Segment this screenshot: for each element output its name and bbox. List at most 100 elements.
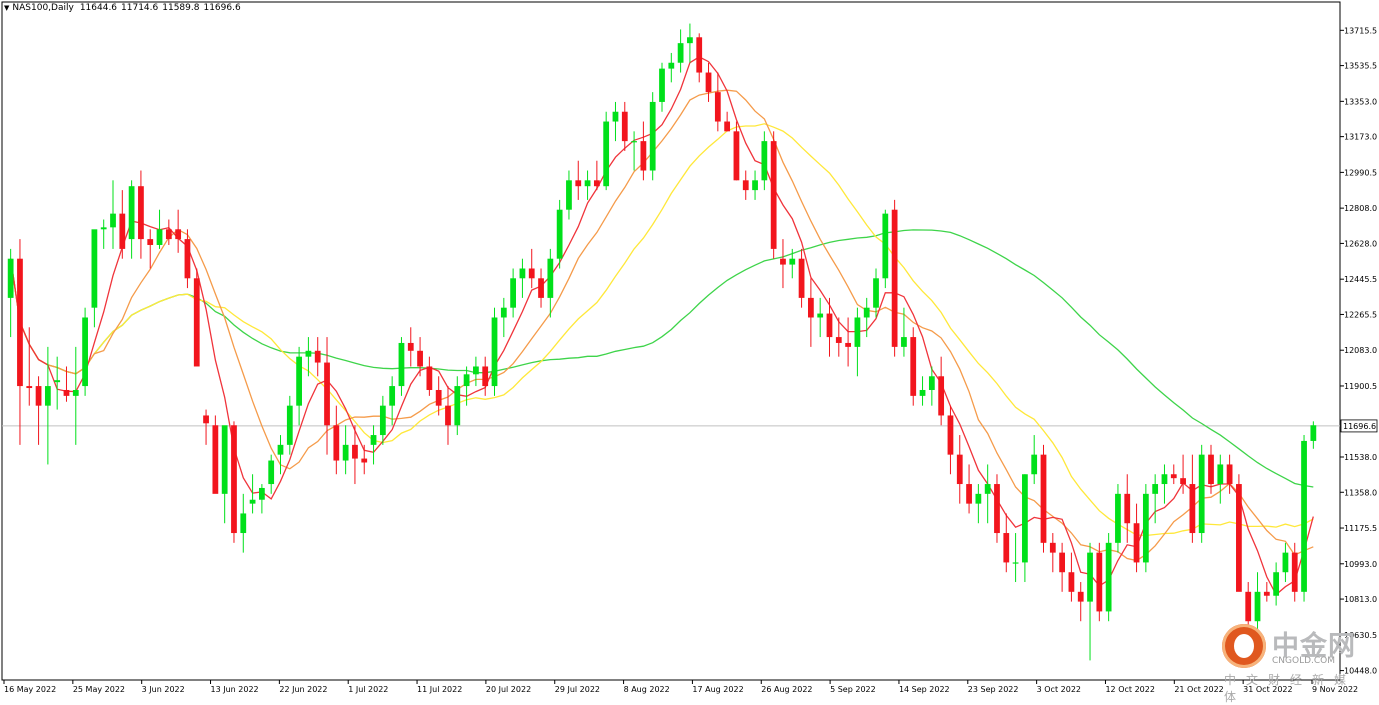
candle-body [1077,591,1084,602]
candle-body [361,458,368,463]
candle-body [156,229,163,245]
candle-body [1189,484,1196,534]
ma-slow-line [10,123,1314,537]
collapse-triangle-icon[interactable]: ▼ [4,4,9,12]
candle-body [770,141,777,249]
candle-body [500,307,507,318]
candle-body [128,186,135,240]
candle-body [119,213,126,249]
y-tick-label: 13173.0 [1344,133,1377,142]
candle-body [891,209,898,347]
candle-body [705,72,712,93]
candle-body [854,317,861,347]
y-tick-label: 12628.0 [1344,239,1377,248]
candle-body [621,111,628,142]
candle-body [333,425,340,461]
candle-body [835,337,842,343]
y-tick-label: 11358.0 [1344,488,1377,497]
candle-body [826,313,833,338]
candle-body [863,307,870,318]
candle-body [1142,493,1149,563]
candle-body [668,62,675,69]
candle-body [212,425,219,494]
candle-body [407,342,414,351]
candle-body [268,460,275,485]
candle-body [82,317,88,387]
x-tick-label: 16 May 2022 [4,685,56,694]
candle-body [1105,542,1112,612]
candle-body [1012,562,1019,564]
chart: 13715.5 13535.5 13353.0 13173.0 12990.5 12808… [0,0,1379,704]
open-value: 11644.6 [79,3,118,13]
watermark-domain: CNGOLD.COM [1272,656,1336,666]
x-tick-label: 29 Jul 2022 [555,685,600,694]
candle-body [100,227,107,230]
y-tick-label: 10993.0 [1344,560,1377,569]
x-tick-label: 3 Jun 2022 [142,685,185,694]
candle-body [938,376,945,416]
x-tick-label: 13 Jun 2022 [211,685,259,694]
candle-body [26,386,33,389]
y-tick-label: 12265.5 [1344,310,1377,319]
candle-body [473,366,479,375]
candle-body [1152,484,1159,494]
x-tick-label: 1 Jul 2022 [348,685,388,694]
candle-body [631,141,637,143]
symbol-label: NAS100,Daily [12,3,74,13]
candle-body [221,425,228,494]
y-tick-label: 13353.0 [1344,97,1377,106]
candle-body [1068,572,1075,592]
candle-body [35,386,42,406]
x-tick-label: 3 Oct 2022 [1037,685,1081,694]
candle-body [7,258,14,298]
y-tick-label: 12445.5 [1344,275,1377,284]
x-tick-label: 5 Sep 2022 [830,685,876,694]
candle-body [696,37,703,73]
x-tick-label: 21 Oct 2022 [1174,685,1223,694]
candle-body [54,380,61,383]
candle-body [463,374,470,387]
candle-body [994,484,1000,534]
candle-body [1226,464,1233,485]
candle-body [286,405,293,445]
low-value: 11589.8 [162,3,200,13]
candle-body [873,278,879,308]
candle-body [1301,440,1307,592]
y-tick-label: 13715.5 [1344,26,1377,35]
candle-body [742,180,749,191]
candle-body [733,131,740,181]
candle-body [110,213,116,228]
candle-body [398,342,405,387]
y-tick-label: 12990.5 [1344,168,1377,177]
candle-body [566,180,572,210]
cngold-logo-icon [1222,624,1266,668]
candle-body [817,313,824,318]
candle-body [193,278,200,367]
candle-body [1263,591,1270,596]
chart-svg: 13715.5 13535.5 13353.0 13173.0 12990.5 12808… [1,1,1378,694]
candle-body [370,435,377,445]
y-tick-label: 11538.0 [1344,453,1377,462]
candle-body [1161,474,1168,485]
candle-body [296,356,302,406]
x-tick-label: 8 Aug 2022 [624,685,670,694]
candle-body [714,92,721,122]
high-value: 11714.6 [121,3,159,13]
candle-body [240,513,247,534]
candle-body [203,415,209,424]
candle-body [231,425,237,534]
candle-body [603,121,610,187]
candle-body [352,444,358,459]
watermark-tagline: 中文财经新媒体 [1224,673,1357,704]
candle-body [1254,591,1261,622]
x-tick-label: 25 May 2022 [73,685,125,694]
candle-body [482,366,489,387]
candle-body [612,111,619,122]
y-tick-label: 11175.5 [1344,524,1377,533]
candle-body [1096,552,1103,612]
candle-body [528,268,535,279]
x-tick-label: 26 Aug 2022 [761,685,812,694]
y-tick-label: 13535.5 [1344,62,1377,71]
candle-body [1170,474,1177,479]
candle-body [798,258,805,298]
